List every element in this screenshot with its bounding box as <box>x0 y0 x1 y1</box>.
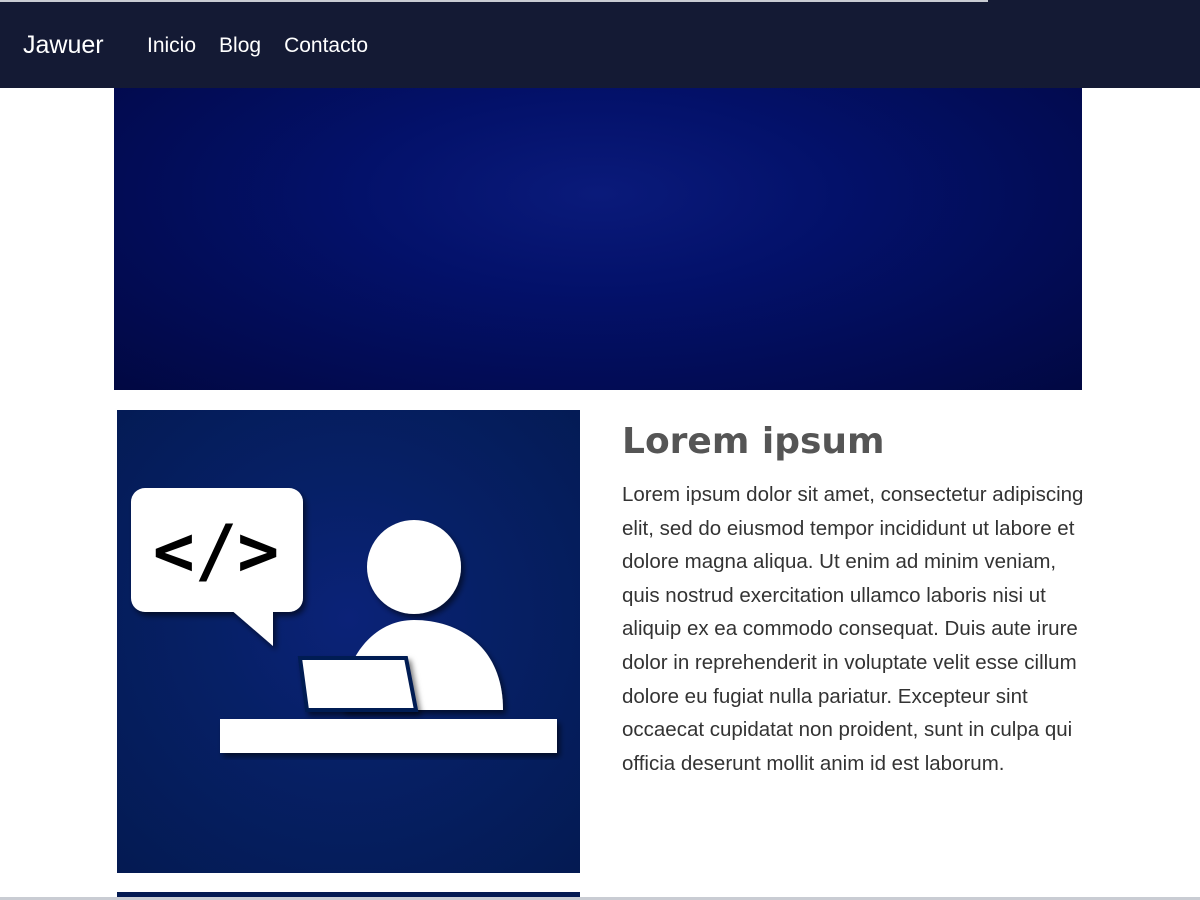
nav-links: Inicio Blog Contacto <box>147 33 391 59</box>
developer-illustration: </> <box>117 410 580 873</box>
person-head-icon <box>367 520 461 614</box>
article-body: Lorem ipsum dolor sit amet, consectetur … <box>622 483 1084 775</box>
hero-banner <box>114 88 1082 390</box>
brand-logo-link[interactable]: Jawuer <box>23 30 104 60</box>
top-navbar: Jawuer Inicio Blog Contacto <box>0 0 1200 88</box>
laptop-icon <box>297 656 419 712</box>
desk-icon <box>220 719 557 753</box>
code-symbol: </> <box>153 510 279 592</box>
feature-article: Lorem ipsum Lorem ipsum dolor sit amet, … <box>622 420 1092 780</box>
nav-link-blog[interactable]: Blog <box>219 33 261 59</box>
nav-link-inicio[interactable]: Inicio <box>147 33 196 59</box>
developer-at-laptop-icon: </> <box>131 488 557 753</box>
article-title: Lorem ipsum <box>622 421 885 462</box>
browser-top-divider <box>0 0 988 2</box>
nav-link-contacto[interactable]: Contacto <box>284 33 368 59</box>
